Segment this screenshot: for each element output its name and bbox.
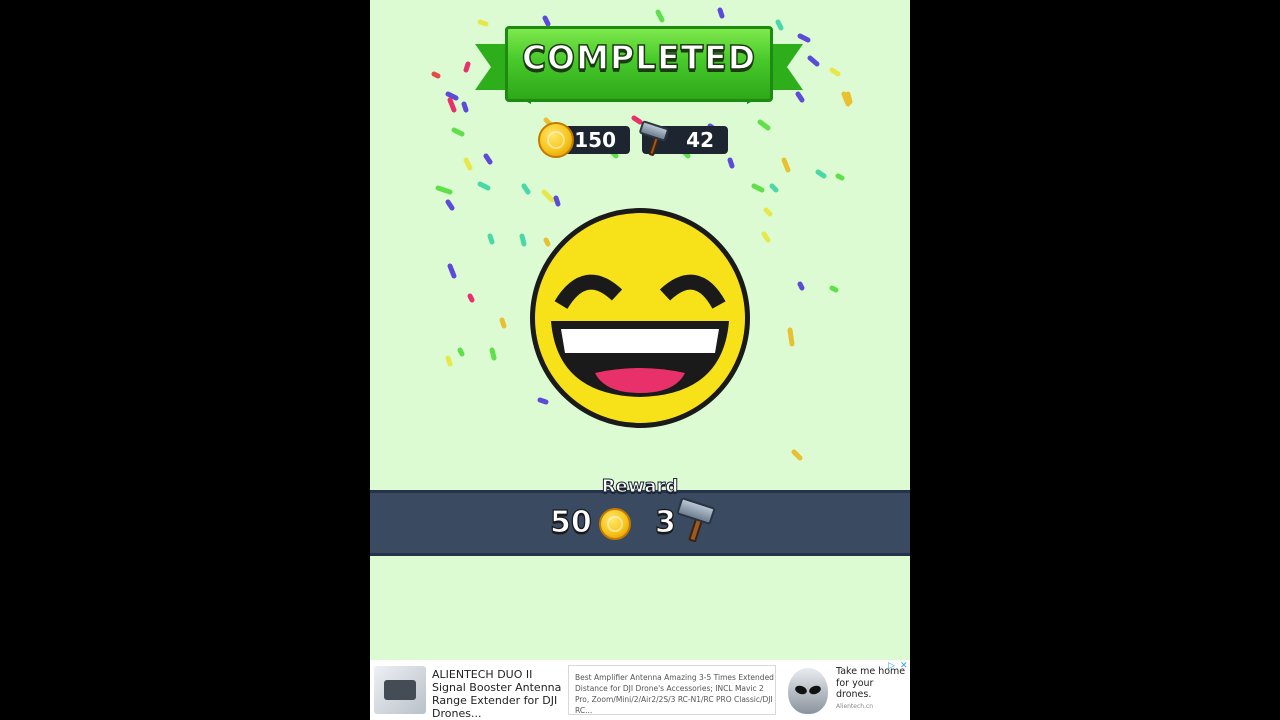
- close-icon[interactable]: ✕: [900, 661, 908, 671]
- reward-label: Reward: [601, 476, 679, 498]
- reward-coins-value: 50: [549, 504, 592, 540]
- coin-balance-value: 150: [574, 128, 616, 152]
- reward-hammers-value: 3: [654, 504, 676, 540]
- ad-alien-image[interactable]: [788, 668, 828, 714]
- ad-product-image[interactable]: [374, 666, 426, 714]
- ad-description[interactable]: Best Amplifier Antenna Amazing 3-5 Times…: [575, 672, 775, 716]
- ad-source: Alientech.cn: [836, 703, 874, 710]
- ad-banner[interactable]: ALIENTECH DUO II Signal Booster Antenna …: [370, 660, 910, 720]
- completed-title: COMPLETED: [521, 37, 757, 78]
- game-screen: COMPLETED 150 42 Reward 50 3 ALIENTECH D…: [370, 0, 910, 720]
- reward-hammer-icon: [676, 496, 716, 543]
- laughing-smiley-icon: [530, 208, 750, 428]
- adchoices-icon[interactable]: ▷: [888, 661, 895, 671]
- reward-coin-icon: [599, 508, 631, 540]
- coin-icon: [538, 122, 574, 158]
- hammer-icon: [638, 120, 670, 157]
- reward-bar: [370, 490, 910, 556]
- ad-title[interactable]: ALIENTECH DUO II Signal Booster Antenna …: [432, 668, 567, 720]
- completed-banner: COMPLETED: [475, 24, 803, 120]
- ad-cta[interactable]: Take me home for your drones.: [836, 666, 906, 701]
- hammer-balance-value: 42: [686, 128, 714, 152]
